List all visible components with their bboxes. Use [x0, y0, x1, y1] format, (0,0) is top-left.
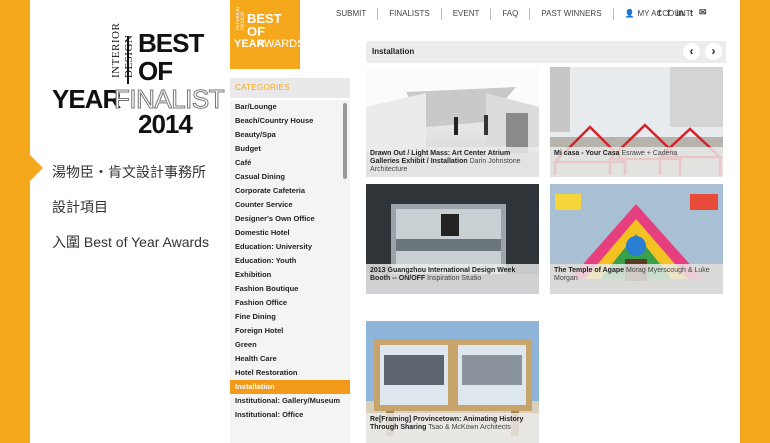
twitter-icon[interactable]: t	[658, 8, 661, 18]
category-item[interactable]: Fashion Office	[230, 296, 350, 310]
nav-event[interactable]: EVENT	[442, 8, 492, 20]
tile-title: The Temple of Agape	[554, 267, 625, 274]
category-item[interactable]: Casual Dining	[230, 170, 350, 184]
accent-triangle	[30, 155, 43, 181]
tile-caption: The Temple of Agape Morag Myerscough & L…	[550, 264, 723, 294]
project-tile[interactable]: Mi casa - Your Casa Esrawe + Cadena	[550, 67, 723, 177]
next-button[interactable]: ›	[705, 43, 722, 60]
category-item[interactable]: Domestic Hotel	[230, 226, 350, 240]
categories-header: CATEGORIES	[230, 78, 350, 98]
project-tile[interactable]: Drawn Out / Light Mass: Art Center Atriu…	[366, 67, 539, 177]
project-tile[interactable]: Re[Framing] Provincetown: Animating Hist…	[366, 321, 539, 443]
breadcrumb: Installation ‹ ›	[366, 41, 726, 63]
tile-caption: 2013 Guangzhou International Design Week…	[366, 264, 539, 294]
best-of-year-awards-logo[interactable]: INTERIOR DESIGN BEST OF YEAR AWARDS	[230, 0, 304, 69]
email-icon[interactable]: ✉	[699, 7, 707, 18]
logo-interior-design: INTERIOR DESIGN	[236, 6, 246, 30]
category-item[interactable]: Corporate Cafeteria	[230, 184, 350, 198]
category-item[interactable]: Designer's Own Office	[230, 212, 350, 226]
category-item[interactable]: Hotel Restoration	[230, 366, 350, 380]
breadcrumb-label: Installation	[372, 47, 415, 56]
interior-design-wordmark: INTERIOR DESIGN	[110, 22, 135, 78]
category-item[interactable]: Budget	[230, 142, 350, 156]
tile-firm: Esrawe + Cadena	[621, 150, 678, 157]
right-gutter	[740, 0, 770, 443]
logo-of: OF	[138, 56, 173, 86]
facebook-icon[interactable]: f	[667, 8, 670, 18]
firm-name: 湯物臣・肯文設計事務所	[52, 164, 206, 180]
category-item[interactable]: Institutional: Gallery/Museum	[230, 394, 350, 408]
logo-year: YEAR	[52, 84, 121, 114]
category-item[interactable]: Beauty/Spa	[230, 128, 350, 142]
logo-year-number: 2014	[138, 109, 193, 139]
tumblr-icon[interactable]: t	[690, 8, 693, 18]
category-item[interactable]: Fine Dining	[230, 310, 350, 324]
category-item[interactable]: Exhibition	[230, 268, 350, 282]
tile-caption: Re[Framing] Provincetown: Animating Hist…	[366, 413, 539, 443]
award-label: 入圍 Best of Year Awards	[52, 234, 209, 250]
nav-finalists[interactable]: FINALISTS	[378, 8, 442, 20]
left-panel: INTERIOR DESIGN BEST OF YEAR FINALIST 20…	[30, 0, 230, 443]
best-of-year-finalist-logo: INTERIOR DESIGN BEST OF YEAR FINALIST 20…	[52, 18, 227, 140]
project-tile[interactable]: 2013 Guangzhou International Design Week…	[366, 184, 539, 294]
nav-past-winners[interactable]: PAST WINNERS	[530, 8, 614, 20]
top-navigation: SUBMIT FINALISTS EVENT FAQ PAST WINNERS …	[325, 7, 702, 21]
previous-button[interactable]: ‹	[683, 43, 700, 60]
category-item[interactable]: Bar/Lounge	[230, 100, 350, 114]
category-item[interactable]: Education: University	[230, 240, 350, 254]
category-item-active[interactable]: Installation	[230, 380, 350, 394]
category-item[interactable]: Counter Service	[230, 198, 350, 212]
social-links: t f in t ✉	[658, 7, 707, 18]
tile-title: Mi casa - Your Casa	[554, 150, 620, 157]
user-icon: 👤	[624, 9, 635, 18]
categories-list: Bar/Lounge Beach/Country House Beauty/Sp…	[230, 100, 350, 443]
tile-caption: Drawn Out / Light Mass: Art Center Atriu…	[366, 147, 539, 177]
category-item[interactable]: Institutional: Office	[230, 408, 350, 422]
project-tile[interactable]: The Temple of Agape Morag Myerscough & L…	[550, 184, 723, 294]
nav-submit[interactable]: SUBMIT	[325, 8, 379, 20]
logo-best: BEST	[138, 28, 204, 58]
logo-awards-text: AWARDS	[257, 38, 305, 50]
category-item[interactable]: Beach/Country House	[230, 114, 350, 128]
main-area: INTERIOR DESIGN BEST OF YEAR AWARDS SUBM…	[230, 0, 740, 443]
tile-caption: Mi casa - Your Casa Esrawe + Cadena	[550, 147, 723, 177]
firm-description: 湯物臣・肯文設計事務所 設計項目 入圍 Best of Year Awards	[52, 164, 209, 269]
tile-firm: Tsao & McKown Architects	[428, 424, 511, 431]
category-item[interactable]: Green	[230, 338, 350, 352]
logo-divider	[127, 36, 129, 84]
category-item[interactable]: Foreign Hotel	[230, 324, 350, 338]
category-item[interactable]: Café	[230, 156, 350, 170]
logo-best-of: BEST OF	[247, 11, 282, 39]
project-label: 設計項目	[52, 199, 108, 215]
linkedin-icon[interactable]: in	[676, 8, 684, 18]
category-scrollbar[interactable]	[343, 103, 347, 179]
nav-faq[interactable]: FAQ	[491, 8, 531, 20]
tile-firm: Inspiration Studio	[427, 275, 482, 282]
category-item[interactable]: Education: Youth	[230, 254, 350, 268]
category-item[interactable]: Fashion Boutique	[230, 282, 350, 296]
category-item[interactable]: Health Care	[230, 352, 350, 366]
